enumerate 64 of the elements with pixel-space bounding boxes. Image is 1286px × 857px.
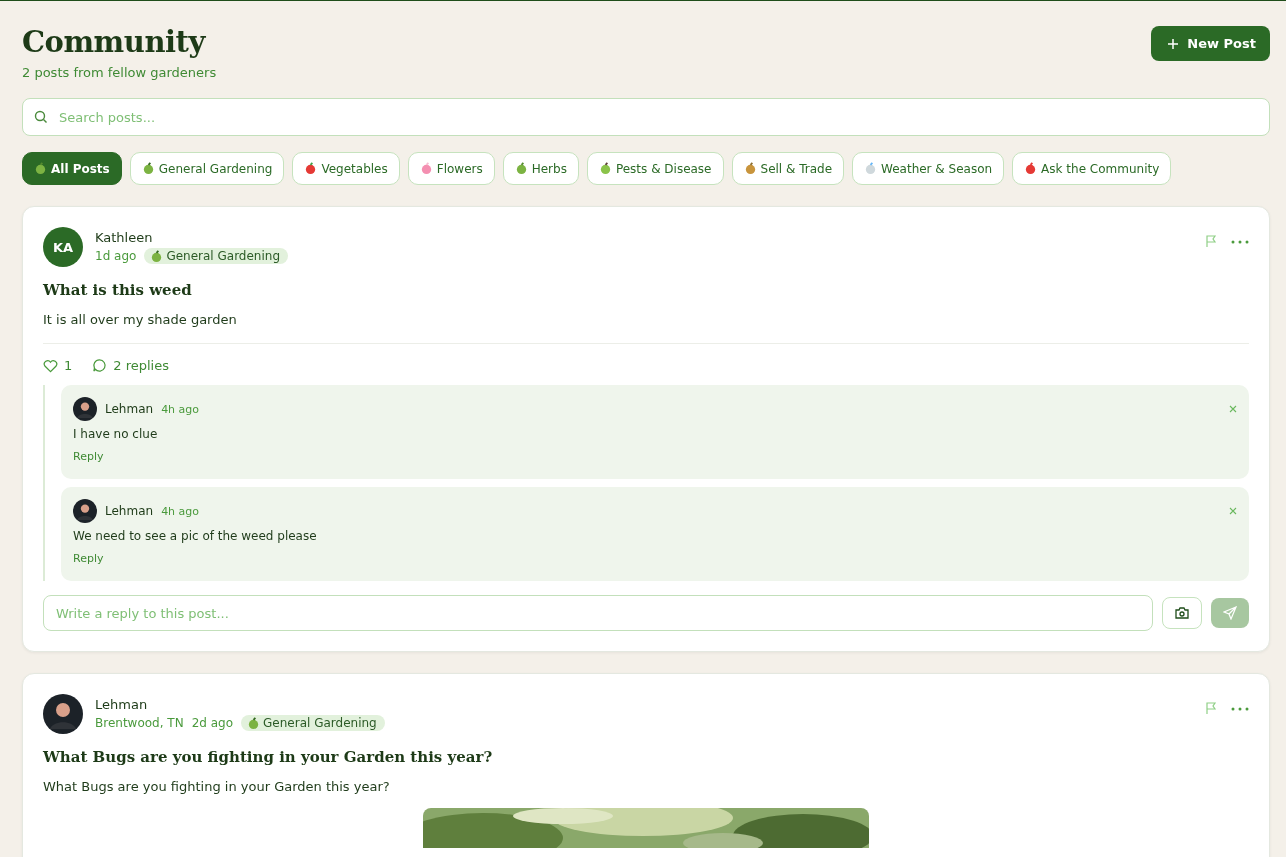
reply-link[interactable]: Reply (73, 450, 104, 463)
category-chip[interactable]: Vegetables (292, 152, 400, 185)
post-body: It is all over my shade garden (43, 312, 238, 327)
author-name: Kathleen (95, 230, 154, 245)
category-icon (419, 162, 433, 175)
category-chip[interactable]: Sell & Trade (731, 152, 845, 185)
camera-icon (1175, 607, 1189, 619)
category-label: General Gardening (263, 716, 377, 730)
category-icon (598, 162, 612, 175)
category-chip[interactable]: All Posts (22, 152, 122, 185)
category-chip[interactable]: Flowers (407, 152, 495, 185)
category-label: General Gardening (166, 249, 281, 263)
plus-icon (1167, 37, 1180, 50)
more-icon[interactable] (1231, 706, 1249, 711)
flag-icon[interactable] (1205, 235, 1217, 248)
flag-icon[interactable] (1205, 702, 1217, 715)
category-chip[interactable]: General Gardening (129, 152, 285, 185)
reply-time: 4h ago (161, 504, 200, 518)
reply-link[interactable]: Reply (73, 552, 104, 565)
post-location: Brentwood, TN (95, 716, 184, 730)
search-field[interactable]: Search posts... (22, 98, 1270, 136)
replies-count: 2 replies (113, 358, 169, 373)
category-icon (1024, 162, 1038, 175)
category-icon (743, 162, 757, 175)
category-icon (141, 162, 155, 175)
avatar-icon (73, 397, 97, 421)
post-time: 1d ago (95, 249, 137, 263)
post-body: What Bugs are you fighting in your Garden this year? (43, 779, 391, 794)
category-icon (304, 162, 318, 175)
category-chip[interactable]: Pests & Disease (586, 152, 724, 185)
reply-author: Lehman (105, 402, 154, 416)
comment-icon (92, 358, 108, 373)
close-icon[interactable] (1229, 405, 1237, 413)
post-time: 2d ago (191, 716, 234, 730)
reply-author: Lehman (105, 504, 154, 518)
avatar: KA (43, 227, 83, 267)
category-icon (34, 162, 47, 175)
reply-time: 4h ago (161, 402, 200, 416)
reply-input[interactable]: Write a reply to this post... (43, 595, 1153, 631)
category-icon (864, 162, 878, 175)
like-button[interactable]: 1 (43, 358, 73, 373)
more-icon[interactable] (1231, 239, 1249, 244)
like-count: 1 (64, 358, 73, 373)
avatar-icon (73, 499, 97, 523)
photo-button[interactable] (1162, 597, 1202, 629)
search-icon (34, 110, 48, 124)
reply-text: We need to see a pic of the weed please (73, 529, 318, 543)
post-title: What is this weed (43, 281, 193, 299)
reply-text: I have no clue (73, 427, 159, 441)
category-chip[interactable]: Ask the Community (1012, 152, 1172, 185)
send-button[interactable] (1211, 598, 1249, 628)
page-subtitle: 2 posts from fellow gardeners (22, 65, 217, 80)
page-title: Community (22, 25, 207, 59)
category-chip[interactable]: Weather & Season (852, 152, 1005, 185)
post-title: What Bugs are you fighting in your Garden this year? (43, 748, 494, 766)
send-icon (1223, 606, 1237, 620)
replies-button[interactable]: 2 replies (92, 358, 169, 373)
new-post-button[interactable]: New Post (1151, 26, 1270, 61)
heart-icon (43, 358, 58, 373)
author-name: Lehman (95, 697, 149, 712)
category-icon (514, 162, 528, 175)
close-icon[interactable] (1229, 507, 1237, 515)
category-chip[interactable]: Herbs (502, 152, 579, 185)
avatar-icon (43, 694, 83, 734)
